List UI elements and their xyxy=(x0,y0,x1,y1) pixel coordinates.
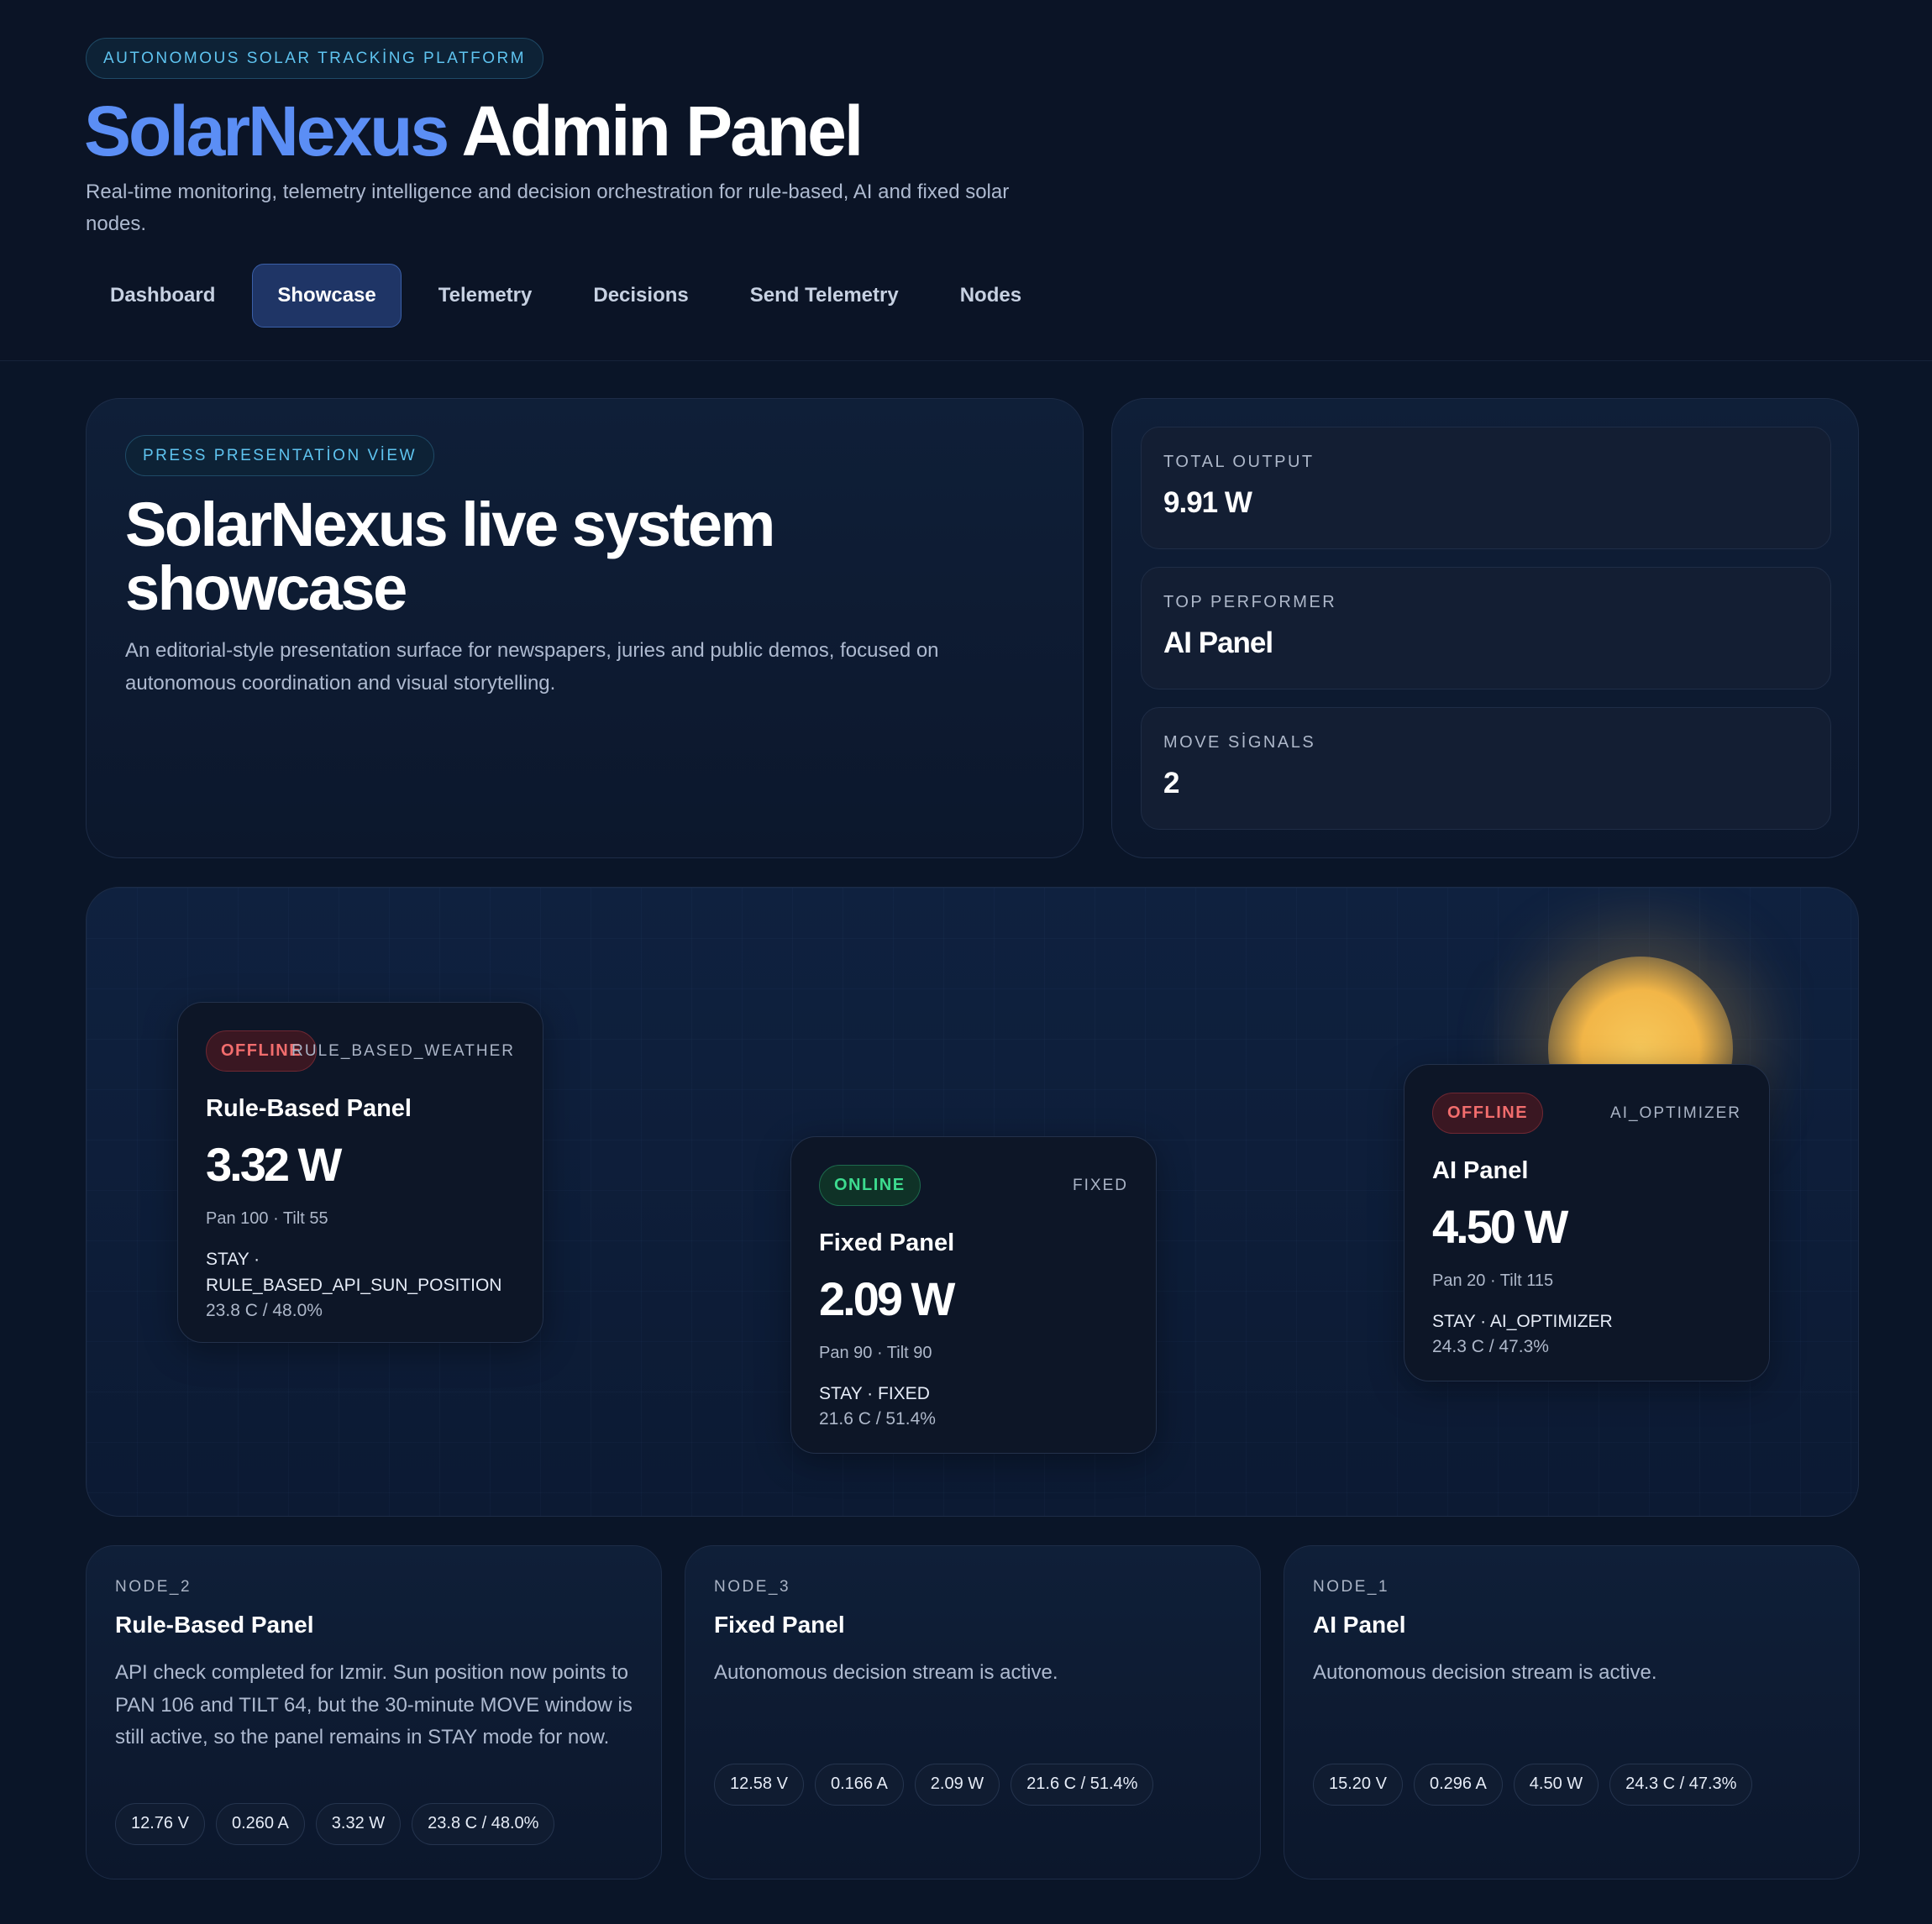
hero-title: SolarNexus live system showcase xyxy=(125,490,775,623)
tab-showcase[interactable]: Showcase xyxy=(252,264,402,328)
current-chip: 0.260 A xyxy=(215,1803,305,1845)
node-environment: 24.3 C / 47.3% xyxy=(1432,1337,1549,1356)
node-pan-tilt: Pan 100 · Tilt 55 xyxy=(206,1209,328,1228)
node-environment: 21.6 C / 51.4% xyxy=(819,1409,936,1429)
power-chip: 3.32 W xyxy=(315,1803,402,1845)
environment-chip: 24.3 C / 47.3% xyxy=(1609,1764,1753,1806)
node-pan-tilt: Pan 20 · Tilt 115 xyxy=(1432,1271,1554,1290)
stat-label: MOVE SİGNALS xyxy=(1163,733,1316,752)
tab-telemetry[interactable]: Telemetry xyxy=(414,264,557,328)
node-message: Autonomous decision stream is active. xyxy=(714,1661,1058,1684)
node-title: AI Panel xyxy=(1313,1612,1406,1638)
node-decision: STAY · FIXED xyxy=(819,1384,930,1403)
stat-total-output: TOTAL OUTPUT 9.91 W xyxy=(1141,427,1831,549)
voltage-chip: 15.20 V xyxy=(1313,1764,1403,1806)
metric-chips: 15.20 V 0.296 A 4.50 W 24.3 C / 47.3% xyxy=(1313,1764,1763,1806)
stat-value: 2 xyxy=(1163,767,1179,799)
node-mode: AI_OPTIMIZER xyxy=(1610,1104,1741,1122)
node-mode: RULE_BASED_WEATHER xyxy=(291,1042,515,1060)
node-power: 4.50 W xyxy=(1432,1200,1568,1253)
node-title: Rule-Based Panel xyxy=(115,1612,314,1638)
power-chip: 4.50 W xyxy=(1513,1764,1599,1806)
metric-chips: 12.76 V 0.260 A 3.32 W 23.8 C / 48.0% xyxy=(115,1803,565,1845)
voltage-chip: 12.58 V xyxy=(714,1764,804,1806)
node-title: Rule-Based Panel xyxy=(206,1095,412,1122)
stat-value: 9.91 W xyxy=(1163,486,1252,519)
status-badge: OFFLINE xyxy=(1432,1093,1544,1134)
power-chip: 2.09 W xyxy=(914,1764,1000,1806)
node-detail-card: NODE_1 AI Panel Autonomous decision stre… xyxy=(1284,1545,1860,1879)
page-subtitle: Real-time monitoring, telemetry intellig… xyxy=(86,181,1010,235)
node-power: 2.09 W xyxy=(819,1272,955,1325)
voltage-chip: 12.76 V xyxy=(115,1803,205,1845)
node-decision: STAY · RULE_BASED_API_SUN_POSITION xyxy=(206,1250,502,1295)
node-title: AI Panel xyxy=(1432,1157,1529,1184)
tab-decisions[interactable]: Decisions xyxy=(569,264,712,328)
stage-node-fixed[interactable]: ONLINE FIXED Fixed Panel 2.09 W Pan 90 ·… xyxy=(790,1136,1157,1454)
node-detail-card: NODE_2 Rule-Based Panel API check comple… xyxy=(86,1545,662,1879)
stat-label: TOP PERFORMER xyxy=(1163,593,1337,611)
node-id: NODE_2 xyxy=(115,1578,192,1596)
node-mode: FIXED xyxy=(1073,1177,1128,1194)
page-title: SolarNexus Admin Panel xyxy=(84,91,864,171)
node-decision: STAY · AI_OPTIMIZER xyxy=(1432,1312,1613,1331)
main-nav: Dashboard Showcase Telemetry Decisions S… xyxy=(86,264,1058,328)
node-title: Fixed Panel xyxy=(819,1229,955,1256)
tab-nodes[interactable]: Nodes xyxy=(936,264,1046,328)
node-message: API check completed for Izmir. Sun posit… xyxy=(115,1661,633,1748)
metric-chips: 12.58 V 0.166 A 2.09 W 21.6 C / 51.4% xyxy=(714,1764,1164,1806)
stat-label: TOTAL OUTPUT xyxy=(1163,453,1315,471)
stat-top-performer: TOP PERFORMER AI Panel xyxy=(1141,567,1831,689)
brand-name: SolarNexus xyxy=(84,92,449,170)
hero-description: An editorial-style presentation surface … xyxy=(125,639,939,695)
stats-card: TOTAL OUTPUT 9.91 W TOP PERFORMER AI Pan… xyxy=(1111,398,1859,858)
tab-send-telemetry[interactable]: Send Telemetry xyxy=(726,264,923,328)
node-power: 3.32 W xyxy=(206,1138,342,1191)
environment-chip: 21.6 C / 51.4% xyxy=(1011,1764,1154,1806)
node-id: NODE_1 xyxy=(1313,1578,1390,1596)
presentation-badge: PRESS PRESENTATİON VİEW xyxy=(125,435,435,476)
current-chip: 0.296 A xyxy=(1413,1764,1503,1806)
node-title: Fixed Panel xyxy=(714,1612,845,1638)
node-message: Autonomous decision stream is active. xyxy=(1313,1661,1657,1684)
stat-move-signals: MOVE SİGNALS 2 xyxy=(1141,707,1831,830)
node-id: NODE_3 xyxy=(714,1578,791,1596)
node-environment: 23.8 C / 48.0% xyxy=(206,1301,323,1320)
page-title-rest: Admin Panel xyxy=(461,92,864,170)
node-detail-card: NODE_3 Fixed Panel Autonomous decision s… xyxy=(685,1545,1261,1879)
environment-chip: 23.8 C / 48.0% xyxy=(412,1803,555,1845)
app-header: AUTONOMOUS SOLAR TRACKİNG PLATFORM Solar… xyxy=(0,0,1932,361)
stage-node-ai[interactable]: OFFLINE AI_OPTIMIZER AI Panel 4.50 W Pan… xyxy=(1404,1064,1770,1381)
stat-value: AI Panel xyxy=(1163,626,1273,659)
hero-card: PRESS PRESENTATİON VİEW SolarNexus live … xyxy=(86,398,1084,858)
current-chip: 0.166 A xyxy=(814,1764,904,1806)
status-badge: ONLINE xyxy=(819,1165,921,1206)
node-pan-tilt: Pan 90 · Tilt 90 xyxy=(819,1344,932,1362)
stage-node-rule-based[interactable]: OFFLINE RULE_BASED_WEATHER Rule-Based Pa… xyxy=(177,1002,543,1343)
tab-dashboard[interactable]: Dashboard xyxy=(86,264,239,328)
showcase-stage: OFFLINE RULE_BASED_WEATHER Rule-Based Pa… xyxy=(86,887,1859,1517)
platform-badge: AUTONOMOUS SOLAR TRACKİNG PLATFORM xyxy=(86,38,544,79)
